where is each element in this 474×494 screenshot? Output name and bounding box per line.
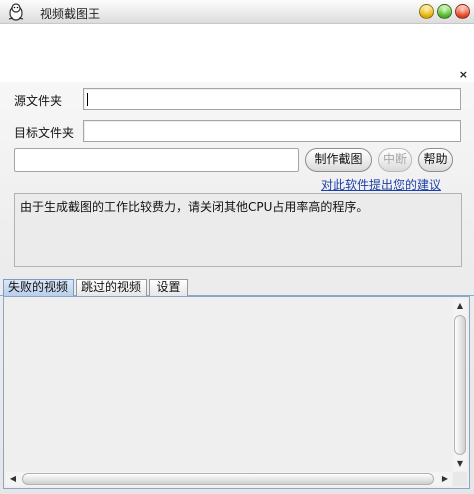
penguin-icon — [8, 3, 24, 21]
window-title: 视频截图王 — [40, 7, 101, 21]
scrollbar-corner — [453, 472, 467, 486]
maximize-button[interactable] — [437, 4, 452, 19]
notice-box: 由于生成截图的工作比较费力，请关闭其他CPU占用率高的程序。 — [14, 193, 462, 267]
vertical-scrollbar[interactable]: ▲ ▼ — [453, 299, 467, 471]
ad-banner — [0, 25, 474, 82]
source-folder-input[interactable] — [83, 88, 461, 110]
text-caret — [87, 93, 88, 106]
scroll-left-icon[interactable]: ◀ — [6, 472, 20, 486]
tab-bar: 失败的视频 跳过的视频 设置 — [0, 279, 474, 296]
progress-bar — [14, 148, 299, 172]
vertical-scroll-thumb[interactable] — [454, 315, 466, 455]
scroll-down-icon[interactable]: ▼ — [453, 457, 467, 471]
horizontal-scroll-thumb[interactable] — [22, 473, 434, 485]
title-bar[interactable]: 视频截图王 — [0, 0, 474, 24]
target-folder-label: 目标文件夹 — [14, 126, 75, 140]
make-screenshot-button[interactable]: 制作截图 — [305, 148, 372, 172]
help-button[interactable]: 帮助 — [418, 148, 453, 172]
horizontal-scrollbar[interactable]: ◀ ▶ — [6, 472, 452, 486]
tab-skipped-videos[interactable]: 跳过的视频 — [76, 279, 147, 296]
stop-button[interactable]: 中断 — [378, 148, 412, 172]
scroll-up-icon[interactable]: ▲ — [453, 299, 467, 313]
video-list[interactable]: ▲ ▼ ◀ ▶ — [3, 296, 470, 489]
tab-settings[interactable]: 设置 — [149, 279, 188, 296]
minimize-button[interactable] — [419, 4, 434, 19]
source-folder-label: 源文件夹 — [14, 94, 63, 108]
notice-text: 由于生成截图的工作比较费力，请关闭其他CPU占用率高的程序。 — [20, 200, 369, 214]
close-button[interactable] — [455, 4, 470, 19]
tab-failed-videos[interactable]: 失败的视频 — [3, 279, 74, 296]
feedback-link[interactable]: 对此软件提出您的建议 — [321, 176, 441, 193]
target-folder-input[interactable] — [83, 120, 461, 142]
banner-close-icon[interactable]: × — [459, 68, 468, 81]
scroll-right-icon[interactable]: ▶ — [438, 472, 452, 486]
